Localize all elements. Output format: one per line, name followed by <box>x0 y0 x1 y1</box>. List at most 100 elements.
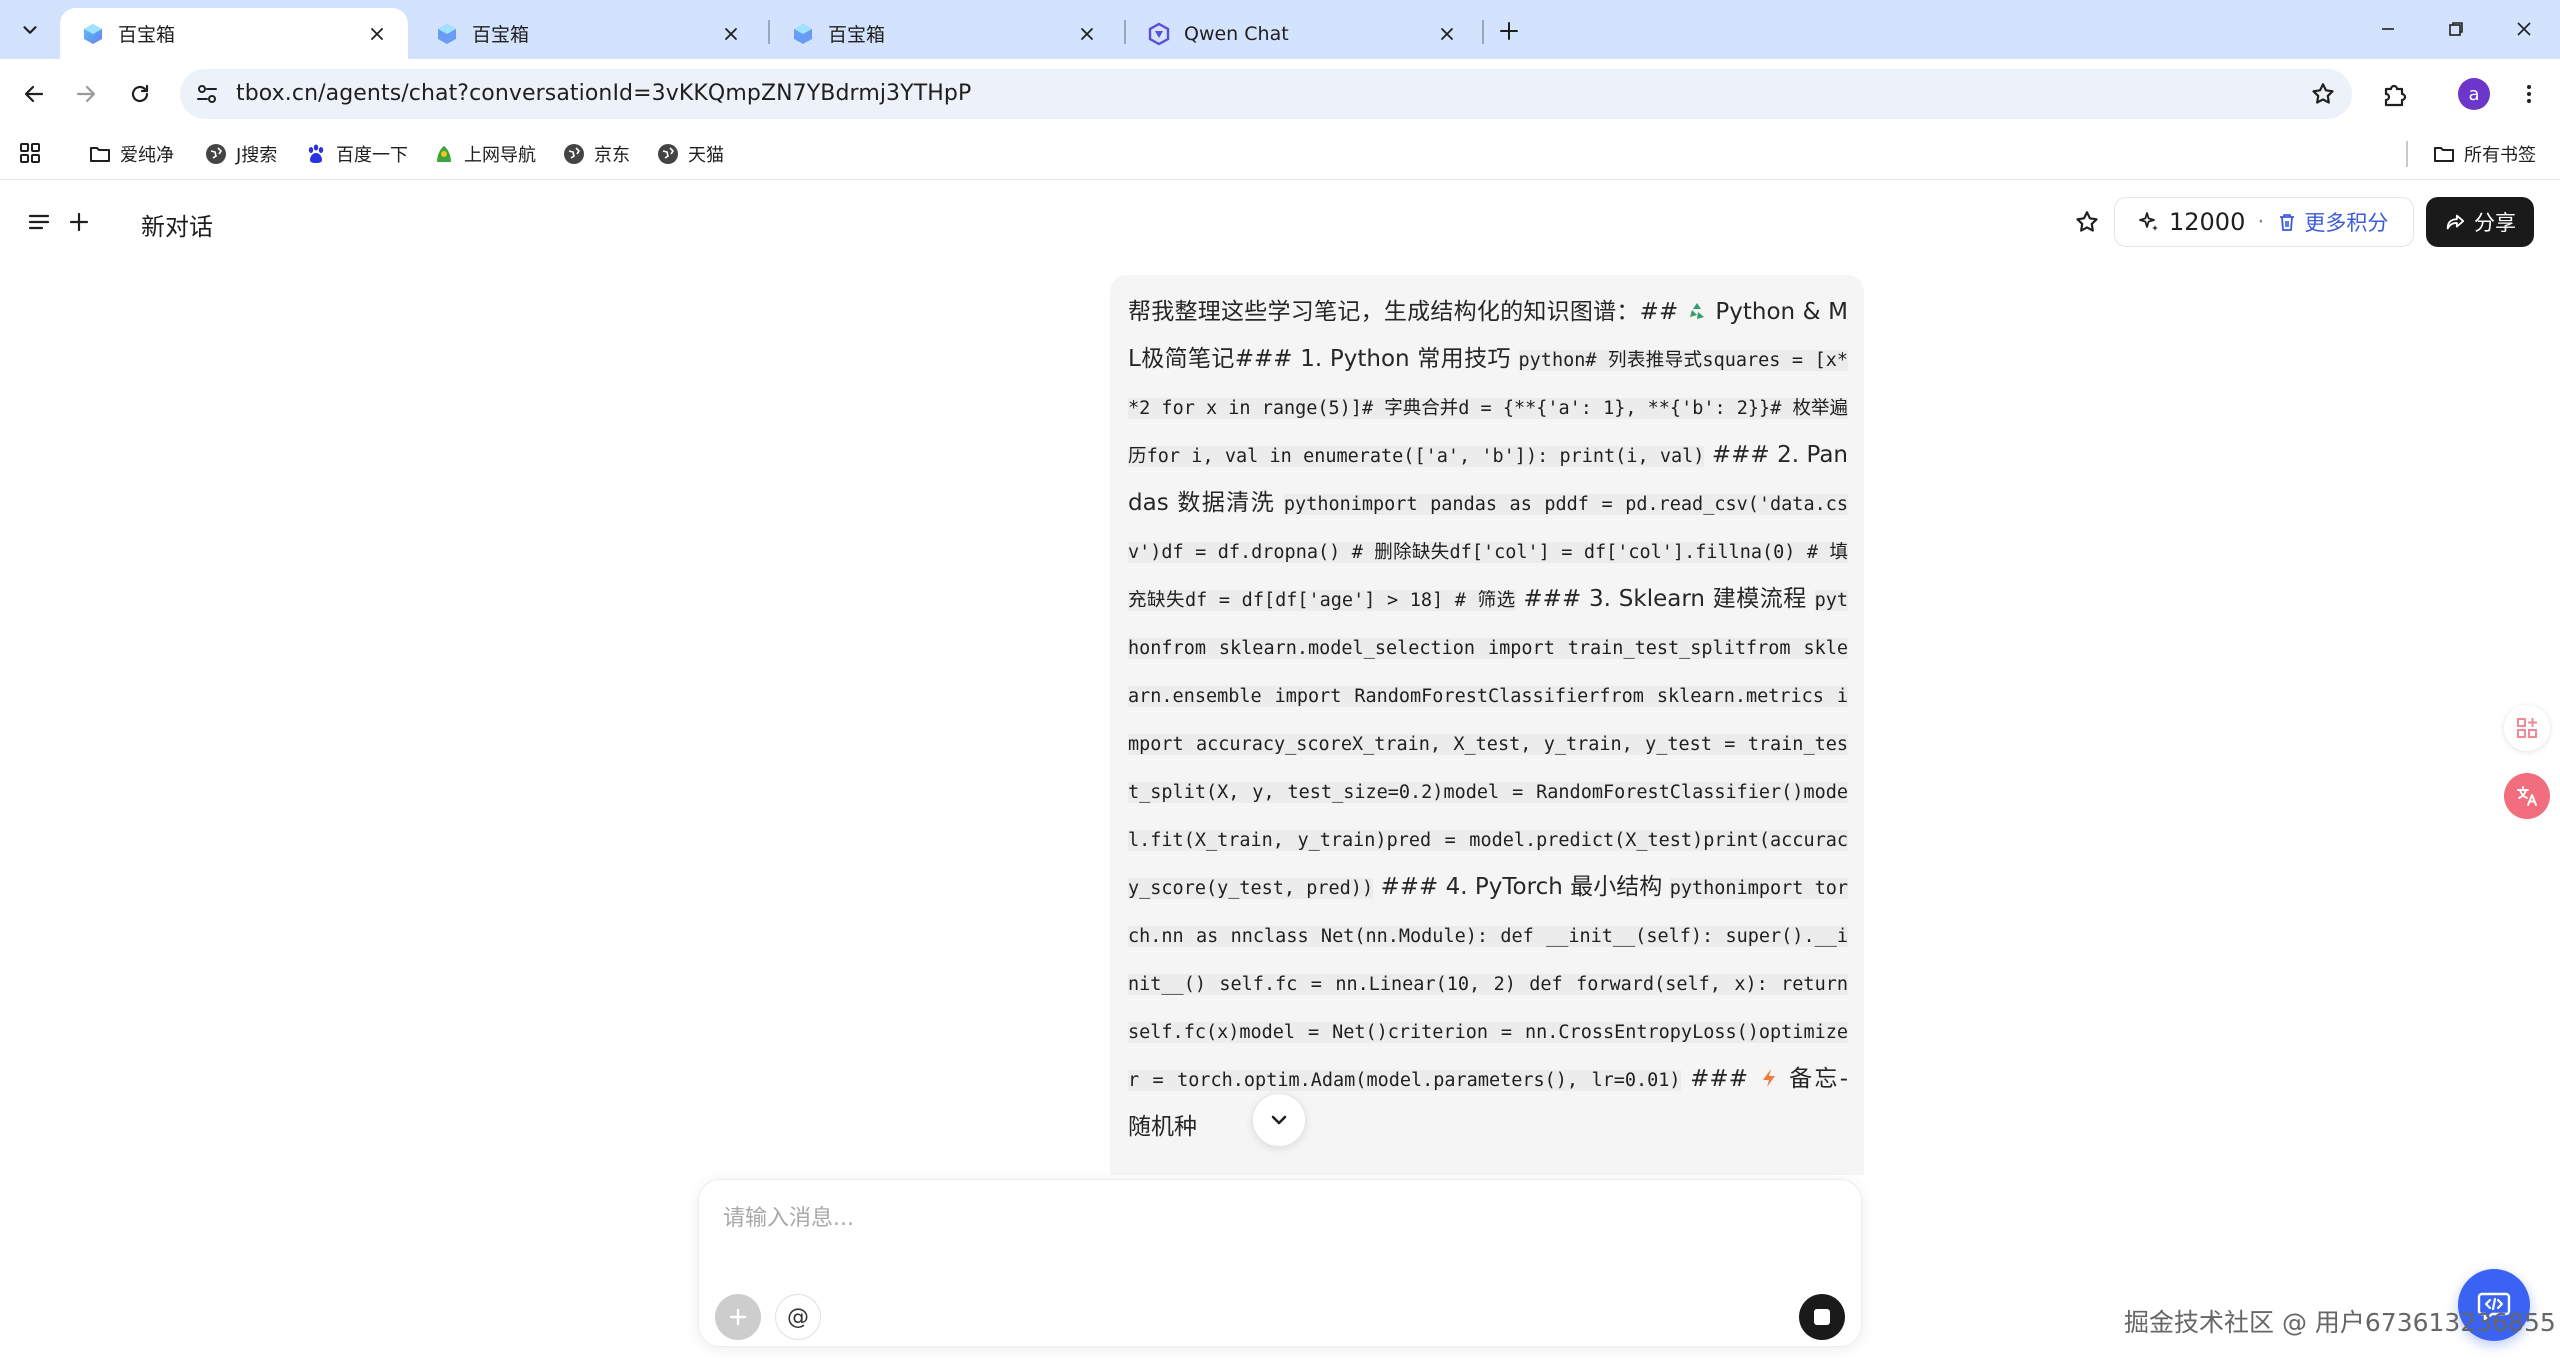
bookmark-label: 京东 <box>594 145 630 166</box>
chevron-down-icon <box>23 26 37 34</box>
scroll-to-bottom-button[interactable] <box>1252 1093 1306 1147</box>
arrow-right-icon <box>76 85 96 103</box>
lightning-emoji-icon <box>1758 1067 1780 1089</box>
side-tool-widgets[interactable] <box>2504 705 2550 751</box>
tab-search-button[interactable] <box>10 12 50 48</box>
message-text-segment: ### <box>1680 1066 1758 1092</box>
bookmark-item[interactable]: 天猫 <box>656 139 724 169</box>
globe-icon <box>564 144 584 164</box>
tab-close-button[interactable] <box>364 21 390 47</box>
back-button[interactable] <box>14 74 54 114</box>
tab-title: Qwen Chat <box>1184 22 1289 45</box>
tab-title: 百宝箱 <box>828 24 886 46</box>
all-bookmarks-button[interactable]: 所有书签 <box>2432 139 2536 169</box>
browser-toolbar: tbox.cn/agents/chat?conversationId=3vKKQ… <box>0 59 2560 128</box>
plus-icon <box>1500 22 1518 40</box>
tab-title: 百宝箱 <box>118 24 176 46</box>
baibaoxiang-favicon-icon <box>84 23 102 44</box>
bookmark-star-icon[interactable] <box>2310 81 2336 107</box>
minimize-icon <box>2382 28 2394 30</box>
restore-icon <box>2449 22 2463 36</box>
reload-button[interactable] <box>120 74 160 114</box>
baidu-paw-icon <box>308 144 324 163</box>
bookmark-item[interactable]: 京东 <box>562 139 630 169</box>
tab-close-button[interactable] <box>1074 21 1100 47</box>
share-button[interactable]: 分享 <box>2426 197 2534 247</box>
restore-window-button[interactable] <box>2428 10 2484 48</box>
star-icon <box>2076 211 2098 232</box>
browser-tab-1[interactable]: 百宝箱 <box>60 8 408 59</box>
browser-tab-strip: 百宝箱 百宝箱 百宝箱 Qwen Chat <box>0 0 2560 59</box>
url-text[interactable]: tbox.cn/agents/chat?conversationId=3vKKQ… <box>236 81 971 106</box>
bookmarks-divider <box>2406 141 2408 167</box>
attach-button[interactable] <box>715 1294 761 1340</box>
all-bookmarks-label: 所有书签 <box>2464 145 2536 166</box>
browser-tab-2[interactable]: 百宝箱 <box>414 8 762 59</box>
watermark-text: 掘金技术社区 @ 用户67361323685​5 <box>2124 1308 2556 1337</box>
chat-area: 帮我整理这些学习笔记，生成结构化的知识图谱：## Python & ML极简笔记… <box>0 265 2560 1368</box>
globe-icon <box>206 144 226 164</box>
app-header: 新对话 12000 · 更多积分 分享 <box>0 181 2560 265</box>
message-composer: @ <box>698 1179 1862 1347</box>
sparkle-icon <box>2139 212 2158 231</box>
translate-icon <box>2517 786 2537 806</box>
globe-icon <box>658 144 678 164</box>
bookmark-item[interactable]: 百度一下 <box>304 139 408 169</box>
tab-close-button[interactable] <box>718 21 744 47</box>
sidebar-toggle-button[interactable] <box>22 205 56 239</box>
mention-button[interactable]: @ <box>775 1294 821 1340</box>
inline-code-segment: pythonfrom sklearn.model_selection impor… <box>1128 590 1849 899</box>
tab-title: 百宝箱 <box>472 24 530 46</box>
conversation-title: 新对话 <box>141 213 213 241</box>
menu-lines-icon <box>28 214 50 230</box>
close-window-button[interactable] <box>2496 10 2552 48</box>
credits-separator: · <box>2257 209 2265 235</box>
reload-icon <box>131 84 149 103</box>
tab-separator <box>1482 20 1484 44</box>
navigation-site-icon <box>437 146 451 162</box>
close-icon <box>1441 27 1453 40</box>
trash-credits-icon <box>2280 214 2295 231</box>
browser-tab-4[interactable]: Qwen Chat <box>1126 8 1478 59</box>
new-chat-button[interactable] <box>62 205 96 239</box>
baibaoxiang-favicon-icon <box>438 23 456 44</box>
user-message-bubble: 帮我整理这些学习笔记，生成结构化的知识图谱：## Python & ML极简笔记… <box>1110 275 1864 1175</box>
browser-tab-3[interactable]: 百宝箱 <box>770 8 1118 59</box>
stop-generation-button[interactable] <box>1799 1294 1845 1340</box>
baibaoxiang-favicon-icon <box>794 23 812 44</box>
message-text-segment: ### 3. Sklearn 建模流程 <box>1515 586 1815 612</box>
side-tool-translate[interactable] <box>2504 773 2550 819</box>
share-arrow-icon <box>2446 214 2465 230</box>
message-input[interactable] <box>723 1194 1823 1242</box>
profile-avatar[interactable]: a <box>2458 78 2490 110</box>
bookmarks-bar: 爱纯净 J搜索 百度一下 上网导航 京东 天猫 所有书签 <box>0 128 2560 180</box>
qwen-favicon-icon <box>1148 22 1170 45</box>
credits-panel[interactable]: 12000 · 更多积分 <box>2114 197 2414 247</box>
site-settings-icon[interactable] <box>194 81 220 107</box>
apps-grid-icon[interactable] <box>18 141 42 165</box>
extensions-puzzle-icon[interactable] <box>2378 77 2412 111</box>
favorite-button[interactable] <box>2070 205 2104 239</box>
recycle-emoji-icon <box>1686 300 1708 322</box>
message-text-segment: ### 4. PyTorch 最小结构 <box>1373 874 1670 900</box>
address-bar[interactable]: tbox.cn/agents/chat?conversationId=3vKKQ… <box>180 69 2352 119</box>
bookmark-item[interactable]: 上网导航 <box>432 139 536 169</box>
arrow-left-icon <box>24 85 44 103</box>
close-icon <box>1081 27 1093 40</box>
new-tab-button[interactable] <box>1492 14 1526 48</box>
inline-code-segment: pythonimport torch.nn as nnclass Net(nn.… <box>1128 878 1848 1091</box>
chevron-down-icon <box>1271 1115 1287 1125</box>
tab-close-button[interactable] <box>1434 21 1460 47</box>
bookmark-label: 爱纯净 <box>120 145 174 166</box>
close-icon <box>2517 22 2531 36</box>
more-credits-link[interactable]: 更多积分 <box>2304 207 2388 237</box>
minimize-window-button[interactable] <box>2360 10 2416 48</box>
close-icon <box>371 27 383 40</box>
widgets-grid-icon <box>2517 718 2537 738</box>
bookmark-item[interactable]: 爱纯净 <box>88 139 174 169</box>
close-icon <box>725 27 737 40</box>
message-text-segment: 帮我整理这些学习笔记，生成结构化的知识图谱：## <box>1128 299 1686 325</box>
browser-menu-button[interactable] <box>2512 77 2546 111</box>
bookmark-item[interactable]: J搜索 <box>204 139 277 169</box>
forward-button[interactable] <box>66 74 106 114</box>
